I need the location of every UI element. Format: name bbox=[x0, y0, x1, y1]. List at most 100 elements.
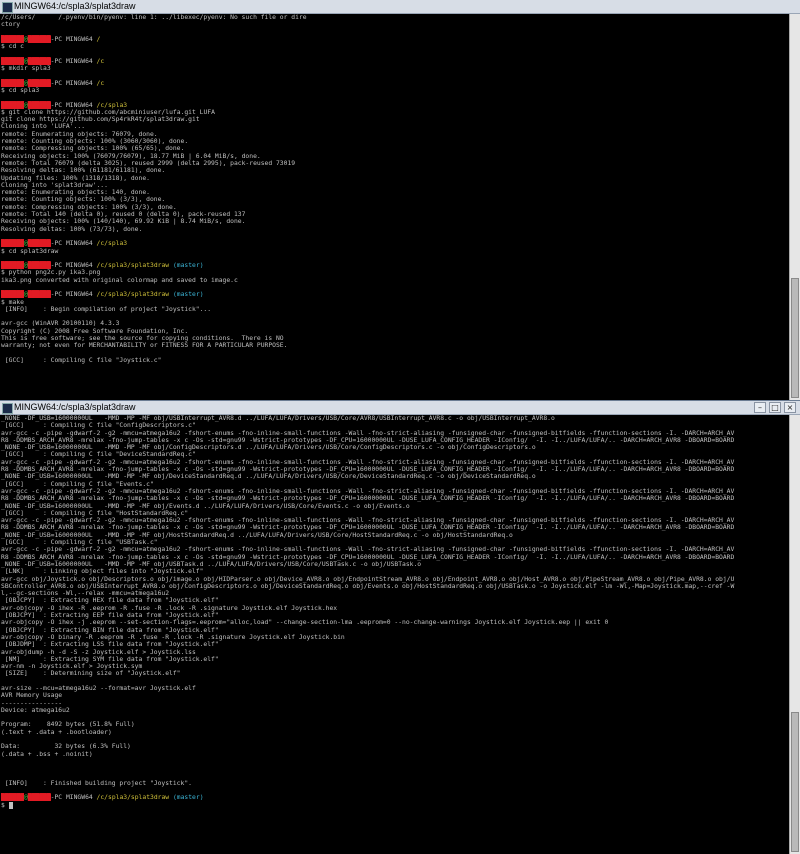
output-line: R8 -DDMBS_ARCH_AVR8 -mrelax -fno-jump-ta… bbox=[1, 466, 735, 474]
command-text: git clone https://github.com/abcminiuser… bbox=[8, 108, 215, 116]
output-line: SBController_AVR8.o obj/USBInterrupt_AVR… bbox=[1, 582, 735, 590]
output-line: ---------------- bbox=[1, 699, 63, 707]
prompt-host-suffix: -PC bbox=[50, 35, 63, 43]
redacted-hostname: ██████ bbox=[27, 794, 51, 802]
output-line: [LNK] : Linking object files into "Joyst… bbox=[1, 568, 204, 576]
output-line: [NM] : Extracting SYM file data from "Jo… bbox=[1, 655, 219, 663]
output-line: avr-gcc -c -pipe -gdwarf-2 -g2 -mmcu=atm… bbox=[1, 458, 735, 466]
prompt-host-suffix: -PC bbox=[50, 57, 63, 65]
redacted-hostname: ██████ bbox=[27, 57, 51, 65]
terminal-output[interactable]: /c/Users/ /.pyenv/bin/pyenv: line 1: ../… bbox=[0, 14, 800, 400]
output-line: avr-nm -n Joystick.elf > Joystick.sym bbox=[1, 663, 143, 671]
output-line: [GCC] : Compiling C file "DeviceStandard… bbox=[1, 451, 196, 459]
output-line: Receiving objects: 100% (76079/76079), 1… bbox=[1, 152, 261, 160]
prompt-dollar: $ bbox=[1, 247, 5, 255]
output-line: [INFO] : Begin compilation of project "J… bbox=[1, 305, 212, 313]
output-line: avr-gcc -c -pipe -gdwarf-2 -g2 -mmcu=atm… bbox=[1, 546, 735, 554]
prompt-path: /c/spla3 bbox=[96, 240, 128, 248]
redacted-username: ██████ bbox=[1, 57, 24, 65]
output-line: remote: Total 76079 (delta 3025), reused… bbox=[1, 159, 296, 167]
command-line[interactable]: $ bbox=[1, 801, 798, 809]
minimize-button[interactable]: – bbox=[754, 402, 766, 413]
output-line: [GCC] : Compiling C file "USBTask.c" bbox=[1, 539, 158, 547]
maximize-button[interactable]: □ bbox=[769, 402, 781, 413]
output-line: git clone https://github.com/Sp4rkR4t/sp… bbox=[1, 116, 200, 124]
redacted-username: ██████ bbox=[1, 794, 24, 802]
output-line: warranty; not even for MERCHANTABILITY o… bbox=[1, 342, 288, 350]
terminal-window-top[interactable]: MINGW64:/c/spla3/splat3draw /c/Users/ /.… bbox=[0, 0, 800, 400]
prompt-shell: MINGW64 bbox=[65, 101, 93, 109]
close-button[interactable]: × bbox=[784, 402, 796, 413]
shell-prompt: ██████@██████-PC MINGW64 /c/spla3 bbox=[1, 240, 798, 248]
output-line: remote: Enumerating objects: 76079, done… bbox=[1, 130, 158, 138]
output-line: [INFO] : Finished building project "Joys… bbox=[1, 779, 192, 787]
shell-prompt: ██████@██████-PC MINGW64 /c/spla3/splat3… bbox=[1, 291, 798, 299]
prompt-path: / bbox=[96, 35, 101, 43]
command-text: cd c bbox=[8, 43, 24, 51]
output-line: [SIZE] : Determining size of "Joystick.e… bbox=[1, 670, 181, 678]
prompt-dollar: $ bbox=[1, 269, 5, 277]
prompt-host-suffix: -PC bbox=[50, 240, 63, 248]
prompt-path: /c/spla3/splat3draw bbox=[96, 794, 170, 802]
prompt-git-branch: (master) bbox=[172, 291, 204, 299]
scrollbar-thumb[interactable] bbox=[791, 278, 799, 398]
command-line: $ cd splat3draw bbox=[1, 248, 798, 255]
command-line: $ mkdir spla3 bbox=[1, 65, 798, 72]
output-line: remote: Compressing objects: 100% (3/3),… bbox=[1, 203, 177, 211]
output-line: _NONE -DF_USB=16000000UL -MMD -MP -MF ob… bbox=[1, 560, 422, 568]
output-line: (.text + .data + .bootloader) bbox=[1, 728, 112, 736]
scrollbar-thumb[interactable] bbox=[791, 712, 799, 852]
scrollbar[interactable] bbox=[789, 14, 800, 400]
scrollbar[interactable] bbox=[789, 415, 800, 854]
title-bar[interactable]: MINGW64:/c/spla3/splat3draw bbox=[0, 0, 800, 14]
shell-prompt: ██████@██████-PC MINGW64 / bbox=[1, 35, 798, 43]
prompt-path: /c bbox=[96, 79, 105, 87]
redacted-username: ██████ bbox=[1, 79, 24, 87]
redacted-username: ██████ bbox=[1, 35, 24, 43]
prompt-path: /c bbox=[96, 57, 105, 65]
redacted-username: ██████ bbox=[1, 262, 24, 270]
prompt-host-suffix: -PC bbox=[50, 101, 63, 109]
prompt-path: /c/spla3/splat3draw bbox=[96, 291, 170, 299]
output-line: [OBJCPY] : Extracting HEX file data from… bbox=[1, 597, 219, 605]
command-line: $ git clone https://github.com/abcminius… bbox=[1, 109, 798, 116]
output-line: [GCC] : Compiling C file "Events.c" bbox=[1, 480, 154, 488]
output-line: AVR Memory Usage bbox=[1, 692, 63, 700]
prompt-dollar: $ bbox=[1, 801, 5, 809]
terminal-window-bottom[interactable]: MINGW64:/c/spla3/splat3draw – □ × _NONE … bbox=[0, 400, 800, 854]
output-line: _NONE -DF_USB=16000000UL -MMD -MP -MF ob… bbox=[1, 502, 410, 510]
prompt-shell: MINGW64 bbox=[65, 57, 93, 65]
prompt-shell: MINGW64 bbox=[65, 35, 93, 43]
prompt-git-branch: (master) bbox=[172, 794, 204, 802]
output-line: Cloning into 'LUFA'... bbox=[1, 123, 86, 131]
terminal-output[interactable]: _NONE -DF_USB=16000000UL -MMD -MP -MF ob… bbox=[0, 415, 800, 853]
output-line: avr-gcc -c -pipe -gdwarf-2 -g2 -mmcu=atm… bbox=[1, 517, 735, 525]
output-line: remote: Enumerating objects: 140, done. bbox=[1, 189, 150, 197]
output-line: [OBJCPY] : Extracting EEP file data from… bbox=[1, 612, 219, 620]
prompt-dollar: $ bbox=[1, 298, 5, 306]
output-line: _NONE -DF_USB=16000000UL -MMD -MP -MF ob… bbox=[1, 473, 536, 481]
output-line: (.data + .bss + .noinit) bbox=[1, 750, 93, 758]
title-bar[interactable]: MINGW64:/c/spla3/splat3draw – □ × bbox=[0, 401, 800, 415]
shell-prompt: ██████@██████-PC MINGW64 /c/spla3 bbox=[1, 101, 798, 109]
output-line: avr-objcopy -O ihex -R .eeprom -R .fuse … bbox=[1, 604, 338, 612]
prompt-shell: MINGW64 bbox=[65, 291, 93, 299]
output-line: [GCC] : Compiling C file "HostStandardRe… bbox=[1, 509, 189, 517]
command-text: python png2c.py ika3.png bbox=[8, 269, 101, 277]
output-line: ctory bbox=[1, 21, 21, 29]
output-line: avr-gcc obj/Joystick.o obj/Descriptors.o… bbox=[1, 575, 735, 583]
command-line: $ cd spla3 bbox=[1, 87, 798, 94]
redacted-hostname: ██████ bbox=[27, 101, 51, 109]
prompt-host-suffix: -PC bbox=[50, 262, 63, 270]
command-text: cd spla3 bbox=[8, 86, 40, 94]
output-line: Program: 8492 bytes (51.8% Full) bbox=[1, 721, 135, 729]
